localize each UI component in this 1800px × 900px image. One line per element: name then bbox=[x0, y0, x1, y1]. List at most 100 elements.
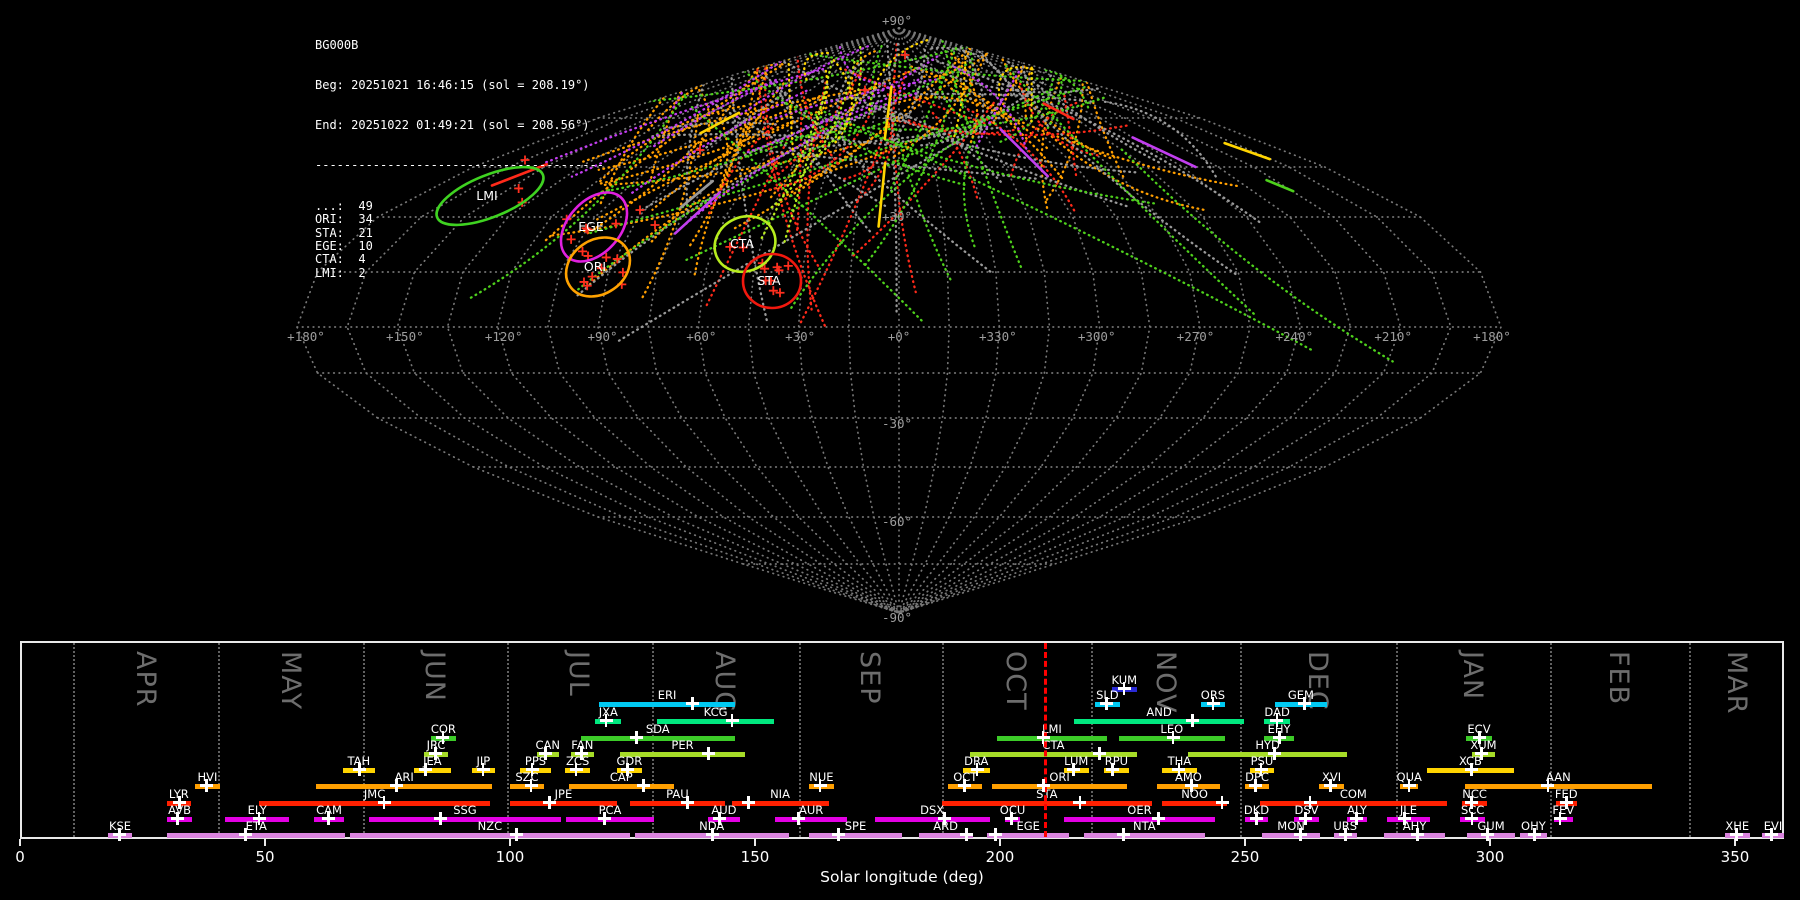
meteor-streak bbox=[647, 72, 692, 84]
month-label: JUN bbox=[418, 651, 450, 702]
peak-marker bbox=[377, 796, 391, 809]
longitude-label: +60° bbox=[686, 329, 716, 344]
x-tick-label: 250 bbox=[1230, 848, 1260, 866]
peak-marker bbox=[321, 812, 335, 825]
peak-marker bbox=[1151, 812, 1165, 825]
peak-marker bbox=[1465, 812, 1479, 825]
longitude-label: +90° bbox=[587, 329, 617, 344]
meteor-station-plot: LMI EGE ORI CTA STA +180° +150° +120° +90° +60° +3… bbox=[0, 0, 1800, 900]
peak-marker bbox=[957, 779, 971, 792]
peak-marker bbox=[629, 731, 643, 744]
meteor-trail bbox=[1120, 148, 1394, 363]
meteor-trail bbox=[741, 41, 1248, 85]
peak-marker bbox=[1559, 796, 1573, 809]
peak-marker bbox=[1037, 779, 1051, 792]
meteor-streak bbox=[1265, 178, 1295, 193]
x-tick-label: 0 bbox=[15, 848, 25, 866]
peak-marker bbox=[509, 828, 523, 841]
shower-bar-MON bbox=[1261, 832, 1321, 838]
shower-bar-NTA bbox=[1083, 832, 1205, 838]
latitude-label: -60° bbox=[882, 514, 912, 529]
peak-marker bbox=[569, 763, 583, 776]
peak-marker bbox=[712, 812, 726, 825]
latitude-label: +30° bbox=[882, 209, 912, 224]
end-time: End: 20251022 01:49:21 (sol = 208.56°) bbox=[315, 118, 590, 133]
timeline-chart: APR MAY JUN JUL AUG SEP OCT NOV DEC JAN FEB MAR KUM E… bbox=[20, 641, 1785, 841]
peak-marker bbox=[1272, 731, 1286, 744]
begin-time: Beg: 20251021 16:46:15 (sol = 208.19°) bbox=[315, 78, 590, 93]
radiant-plus-marker bbox=[783, 261, 793, 271]
peak-marker bbox=[238, 828, 252, 841]
longitude-label: +240° bbox=[1276, 329, 1314, 344]
shower-count-line: ORI: 34 bbox=[315, 212, 373, 227]
peak-marker bbox=[1117, 828, 1130, 841]
x-tick-label: 200 bbox=[985, 848, 1015, 866]
peak-marker bbox=[575, 747, 589, 760]
peak-marker bbox=[680, 796, 694, 809]
peak-marker bbox=[433, 812, 447, 825]
meridian-line bbox=[898, 27, 1352, 614]
info-panel: BG000B Beg: 20251021 16:46:15 (sol = 208… bbox=[315, 12, 604, 307]
longitude-label: +180° bbox=[1473, 329, 1511, 344]
radiant-plus-marker bbox=[611, 219, 621, 229]
peak-marker bbox=[1186, 714, 1200, 727]
x-tick bbox=[19, 839, 21, 846]
peak-marker bbox=[1206, 697, 1220, 710]
peak-marker bbox=[1553, 812, 1567, 825]
shower-label: SDA bbox=[645, 722, 670, 736]
shower-ellipse-label: CTA bbox=[730, 236, 754, 251]
meridian-line bbox=[898, 27, 1151, 614]
peak-marker bbox=[1349, 812, 1363, 825]
longitude-label: +0° bbox=[888, 329, 911, 344]
peak-marker bbox=[1730, 828, 1743, 841]
latitude-label: +60° bbox=[882, 110, 912, 125]
peak-marker bbox=[1297, 697, 1311, 710]
month-label: MAY bbox=[274, 651, 306, 711]
station-id: BG000B bbox=[315, 37, 359, 52]
shower-label: AND bbox=[1146, 705, 1172, 719]
peak-marker bbox=[1270, 714, 1284, 727]
peak-marker bbox=[1073, 796, 1087, 809]
x-tick-label: 150 bbox=[740, 848, 770, 866]
peak-marker bbox=[1324, 779, 1338, 792]
month-separator bbox=[1395, 643, 1398, 837]
shower-label: COM bbox=[1339, 787, 1367, 801]
meridian-line bbox=[898, 27, 1252, 614]
shower-ellipse-label: STA bbox=[757, 273, 781, 288]
shower-label: KCG bbox=[703, 705, 728, 719]
peak-marker bbox=[1117, 682, 1131, 695]
peak-marker bbox=[598, 812, 612, 825]
peak-marker bbox=[1067, 763, 1081, 776]
sky-map: LMIEGEORICTASTA+180° +150° +120° +90° +60° +3… bbox=[287, 13, 1511, 625]
meteor-trail bbox=[649, 38, 708, 183]
meteor-trail bbox=[921, 55, 1264, 226]
peak-marker bbox=[1093, 747, 1106, 760]
month-label: MAR bbox=[1721, 651, 1753, 715]
peak-marker bbox=[252, 812, 266, 825]
shower-label: OER bbox=[1127, 803, 1152, 817]
peak-marker bbox=[1411, 828, 1424, 841]
meteor-trails bbox=[469, 30, 1394, 363]
longitude-label: +300° bbox=[1078, 329, 1116, 344]
peak-marker bbox=[813, 779, 827, 792]
meteor-trail bbox=[597, 60, 972, 194]
peak-marker bbox=[1397, 812, 1411, 825]
peak-marker bbox=[1166, 731, 1180, 744]
peak-marker bbox=[353, 763, 367, 776]
peak-marker bbox=[970, 763, 984, 776]
shower-label: SSG bbox=[453, 803, 477, 817]
shower-label: ERI bbox=[657, 688, 677, 702]
peak-marker bbox=[1541, 779, 1555, 792]
x-axis-title: Solar longitude (deg) bbox=[820, 868, 984, 886]
shower-bar-ETA bbox=[167, 832, 346, 838]
shower-bar-NZC bbox=[350, 832, 630, 838]
radiant-plus-marker bbox=[650, 220, 660, 230]
x-tick bbox=[1244, 839, 1246, 846]
peak-marker bbox=[938, 812, 952, 825]
month-separator bbox=[362, 643, 365, 837]
longitude-label: +150° bbox=[386, 329, 424, 344]
peak-marker bbox=[1106, 763, 1120, 776]
peak-marker bbox=[1765, 828, 1779, 841]
month-separator bbox=[507, 643, 510, 837]
peak-marker bbox=[524, 779, 538, 792]
